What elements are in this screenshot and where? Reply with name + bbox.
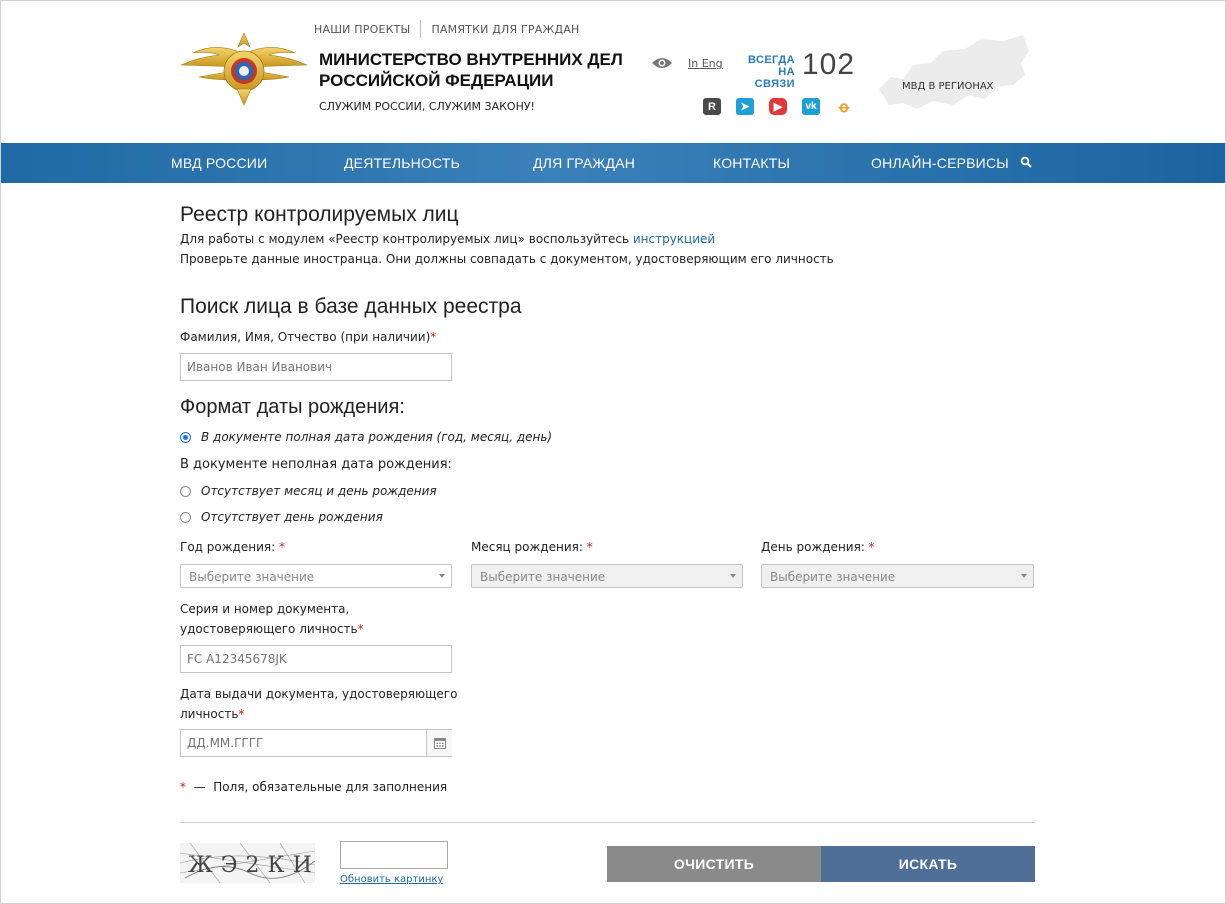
year-select[interactable]: Выберите значение xyxy=(180,564,452,588)
chevron-down-icon xyxy=(439,574,445,578)
fio-label: Фамилия, Имя, Отчество (при наличии)* xyxy=(180,327,436,347)
issue-date-label-line-2-wrap: личность* xyxy=(180,704,457,724)
document-label-line-1: Серия и номер документа, xyxy=(180,602,350,616)
site-motto: СЛУЖИМ РОССИИ, СЛУЖИМ ЗАКОНУ! xyxy=(319,100,535,113)
instruction-link[interactable]: инструкцией xyxy=(633,232,715,246)
english-version-link[interactable]: In Eng xyxy=(688,57,723,70)
required-marker: * xyxy=(586,540,593,554)
captcha-image: ЖЭ2КИ xyxy=(180,843,315,883)
nav-mvd-russia[interactable]: МВД РОССИИ xyxy=(171,155,267,171)
day-label-text: День рождения: xyxy=(761,540,869,554)
required-marker: * xyxy=(278,540,285,554)
intro-text: Для работы с модулем «Реестр контролируе… xyxy=(180,232,633,246)
day-select[interactable]: Выберите значение xyxy=(761,564,1034,588)
mvd-emblem-logo[interactable] xyxy=(179,29,309,107)
nav-for-citizens[interactable]: ДЛЯ ГРАЖДАН xyxy=(533,155,635,171)
form-divider xyxy=(180,822,1035,823)
partial-date-label: В документе неполная дата рождения: xyxy=(180,457,452,472)
document-number-input[interactable] xyxy=(180,645,452,673)
regions-link[interactable]: МВД В РЕГИОНАХ xyxy=(902,81,994,92)
youtube-icon[interactable]: ▶ xyxy=(769,98,787,115)
radio-full-date-row[interactable]: В документе полная дата рождения (год, м… xyxy=(180,430,552,444)
issue-date-input[interactable] xyxy=(180,729,452,757)
site-title[interactable]: МИНИСТЕРСТВО ВНУТРЕННИХ ДЕЛ РОССИЙСКОЙ Ф… xyxy=(319,49,639,91)
eye-icon[interactable] xyxy=(651,56,673,70)
radio-full-date-label: В документе полная дата рождения (год, м… xyxy=(201,430,553,444)
captcha-text: ЖЭ2КИ xyxy=(188,853,315,878)
link-our-projects[interactable]: НАШИ ПРОЕКТЫ xyxy=(314,23,410,36)
search-icon[interactable] xyxy=(1020,156,1032,168)
document-label-line-2: удостоверяющего личность xyxy=(180,622,358,636)
search-button[interactable]: ИСКАТЬ xyxy=(821,846,1035,882)
year-label-text: Год рождения: xyxy=(180,540,279,554)
radio-no-day-row[interactable]: Отсутствует день рождения xyxy=(180,510,383,524)
chevron-down-icon xyxy=(1021,574,1027,578)
page-title: Реестр контролируемых лиц xyxy=(180,203,459,226)
captcha-input[interactable] xyxy=(340,841,448,869)
always-line-1: ВСЕГДА xyxy=(748,54,795,66)
year-select-value: Выберите значение xyxy=(189,570,315,584)
year-label: Год рождения: * xyxy=(180,537,285,557)
intro-paragraph: Для работы с модулем «Реестр контролируе… xyxy=(180,232,715,246)
day-label: День рождения: * xyxy=(761,537,875,557)
nav-activity[interactable]: ДЕЯТЕЛЬНОСТЬ xyxy=(344,155,460,171)
nav-contacts[interactable]: КОНТАКТЫ xyxy=(713,155,790,171)
required-marker: * xyxy=(430,330,437,344)
radio-full-date[interactable] xyxy=(180,431,191,443)
radio-no-month-day-label: Отсутствует месяц и день рождения xyxy=(201,484,437,498)
chevron-down-icon xyxy=(730,574,736,578)
document-label-line-2-wrap: удостоверяющего личность* xyxy=(180,619,364,639)
calendar-button[interactable] xyxy=(426,730,452,756)
month-label: Месяц рождения: * xyxy=(471,537,593,557)
month-label-text: Месяц рождения: xyxy=(471,540,587,554)
link-citizen-memos[interactable]: ПАМЯТКИ ДЛЯ ГРАЖДАН xyxy=(431,23,579,36)
rutube-icon[interactable]: R xyxy=(703,98,721,115)
required-marker: * xyxy=(868,540,875,554)
clear-button[interactable]: ОЧИСТИТЬ xyxy=(607,846,821,882)
vk-icon[interactable]: vk xyxy=(802,98,820,115)
search-section-title: Поиск лица в базе данных реестра xyxy=(180,295,522,318)
fio-input[interactable] xyxy=(180,353,452,381)
dob-format-title: Формат даты рождения: xyxy=(180,396,405,418)
always-line-2: НА СВЯЗИ xyxy=(754,66,795,90)
radio-no-month-day[interactable] xyxy=(180,485,191,497)
page: НАШИ ПРОЕКТЫ ПАМЯТКИ ДЛЯ ГРАЖДАН МИНИСТЕ… xyxy=(0,0,1226,904)
month-select-value: Выберите значение xyxy=(480,570,606,584)
social-links: R ➤ ▶ vk ꝋ xyxy=(703,98,853,116)
check-notice: Проверьте данные иностранца. Они должны … xyxy=(180,252,834,266)
telegram-icon[interactable]: ➤ xyxy=(736,98,754,115)
top-links: НАШИ ПРОЕКТЫ ПАМЯТКИ ДЛЯ ГРАЖДАН xyxy=(314,20,580,38)
document-label: Серия и номер документа, удостоверяющего… xyxy=(180,599,364,639)
radio-no-month-day-row[interactable]: Отсутствует месяц и день рождения xyxy=(180,484,437,498)
required-marker: * xyxy=(357,622,364,636)
radio-no-day-label: Отсутствует день рождения xyxy=(201,510,383,524)
radio-no-day[interactable] xyxy=(180,511,191,523)
day-select-value: Выберите значение xyxy=(770,570,896,584)
hotline-number[interactable]: 102 xyxy=(802,48,855,82)
issue-date-label-line-1: Дата выдачи документа, удостоверяющего xyxy=(180,687,458,701)
always-connected-label: ВСЕГДА НА СВЯЗИ xyxy=(737,54,795,90)
refresh-captcha-link[interactable]: Обновить картинку xyxy=(340,874,443,885)
required-marker: * xyxy=(238,707,245,721)
main-nav: МВД РОССИИ ДЕЯТЕЛЬНОСТЬ ДЛЯ ГРАЖДАН КОНТ… xyxy=(1,143,1225,183)
calendar-icon xyxy=(433,738,446,749)
issue-date-label-line-2: личность xyxy=(180,707,239,721)
fio-label-text: Фамилия, Имя, Отчество (при наличии) xyxy=(180,330,431,344)
required-fields-note: * — Поля, обязательные для заполнения xyxy=(180,780,447,794)
month-select[interactable]: Выберите значение xyxy=(471,564,743,588)
odnoklassniki-icon[interactable]: ꝋ xyxy=(835,98,853,116)
issue-date-label: Дата выдачи документа, удостоверяющего л… xyxy=(180,684,457,724)
russia-map-icon[interactable] xyxy=(873,29,1033,117)
required-note-text: — Поля, обязательные для заполнения xyxy=(186,780,448,794)
top-links-divider xyxy=(420,20,422,38)
nav-online-services[interactable]: ОНЛАЙН-СЕРВИСЫ xyxy=(871,155,1009,171)
